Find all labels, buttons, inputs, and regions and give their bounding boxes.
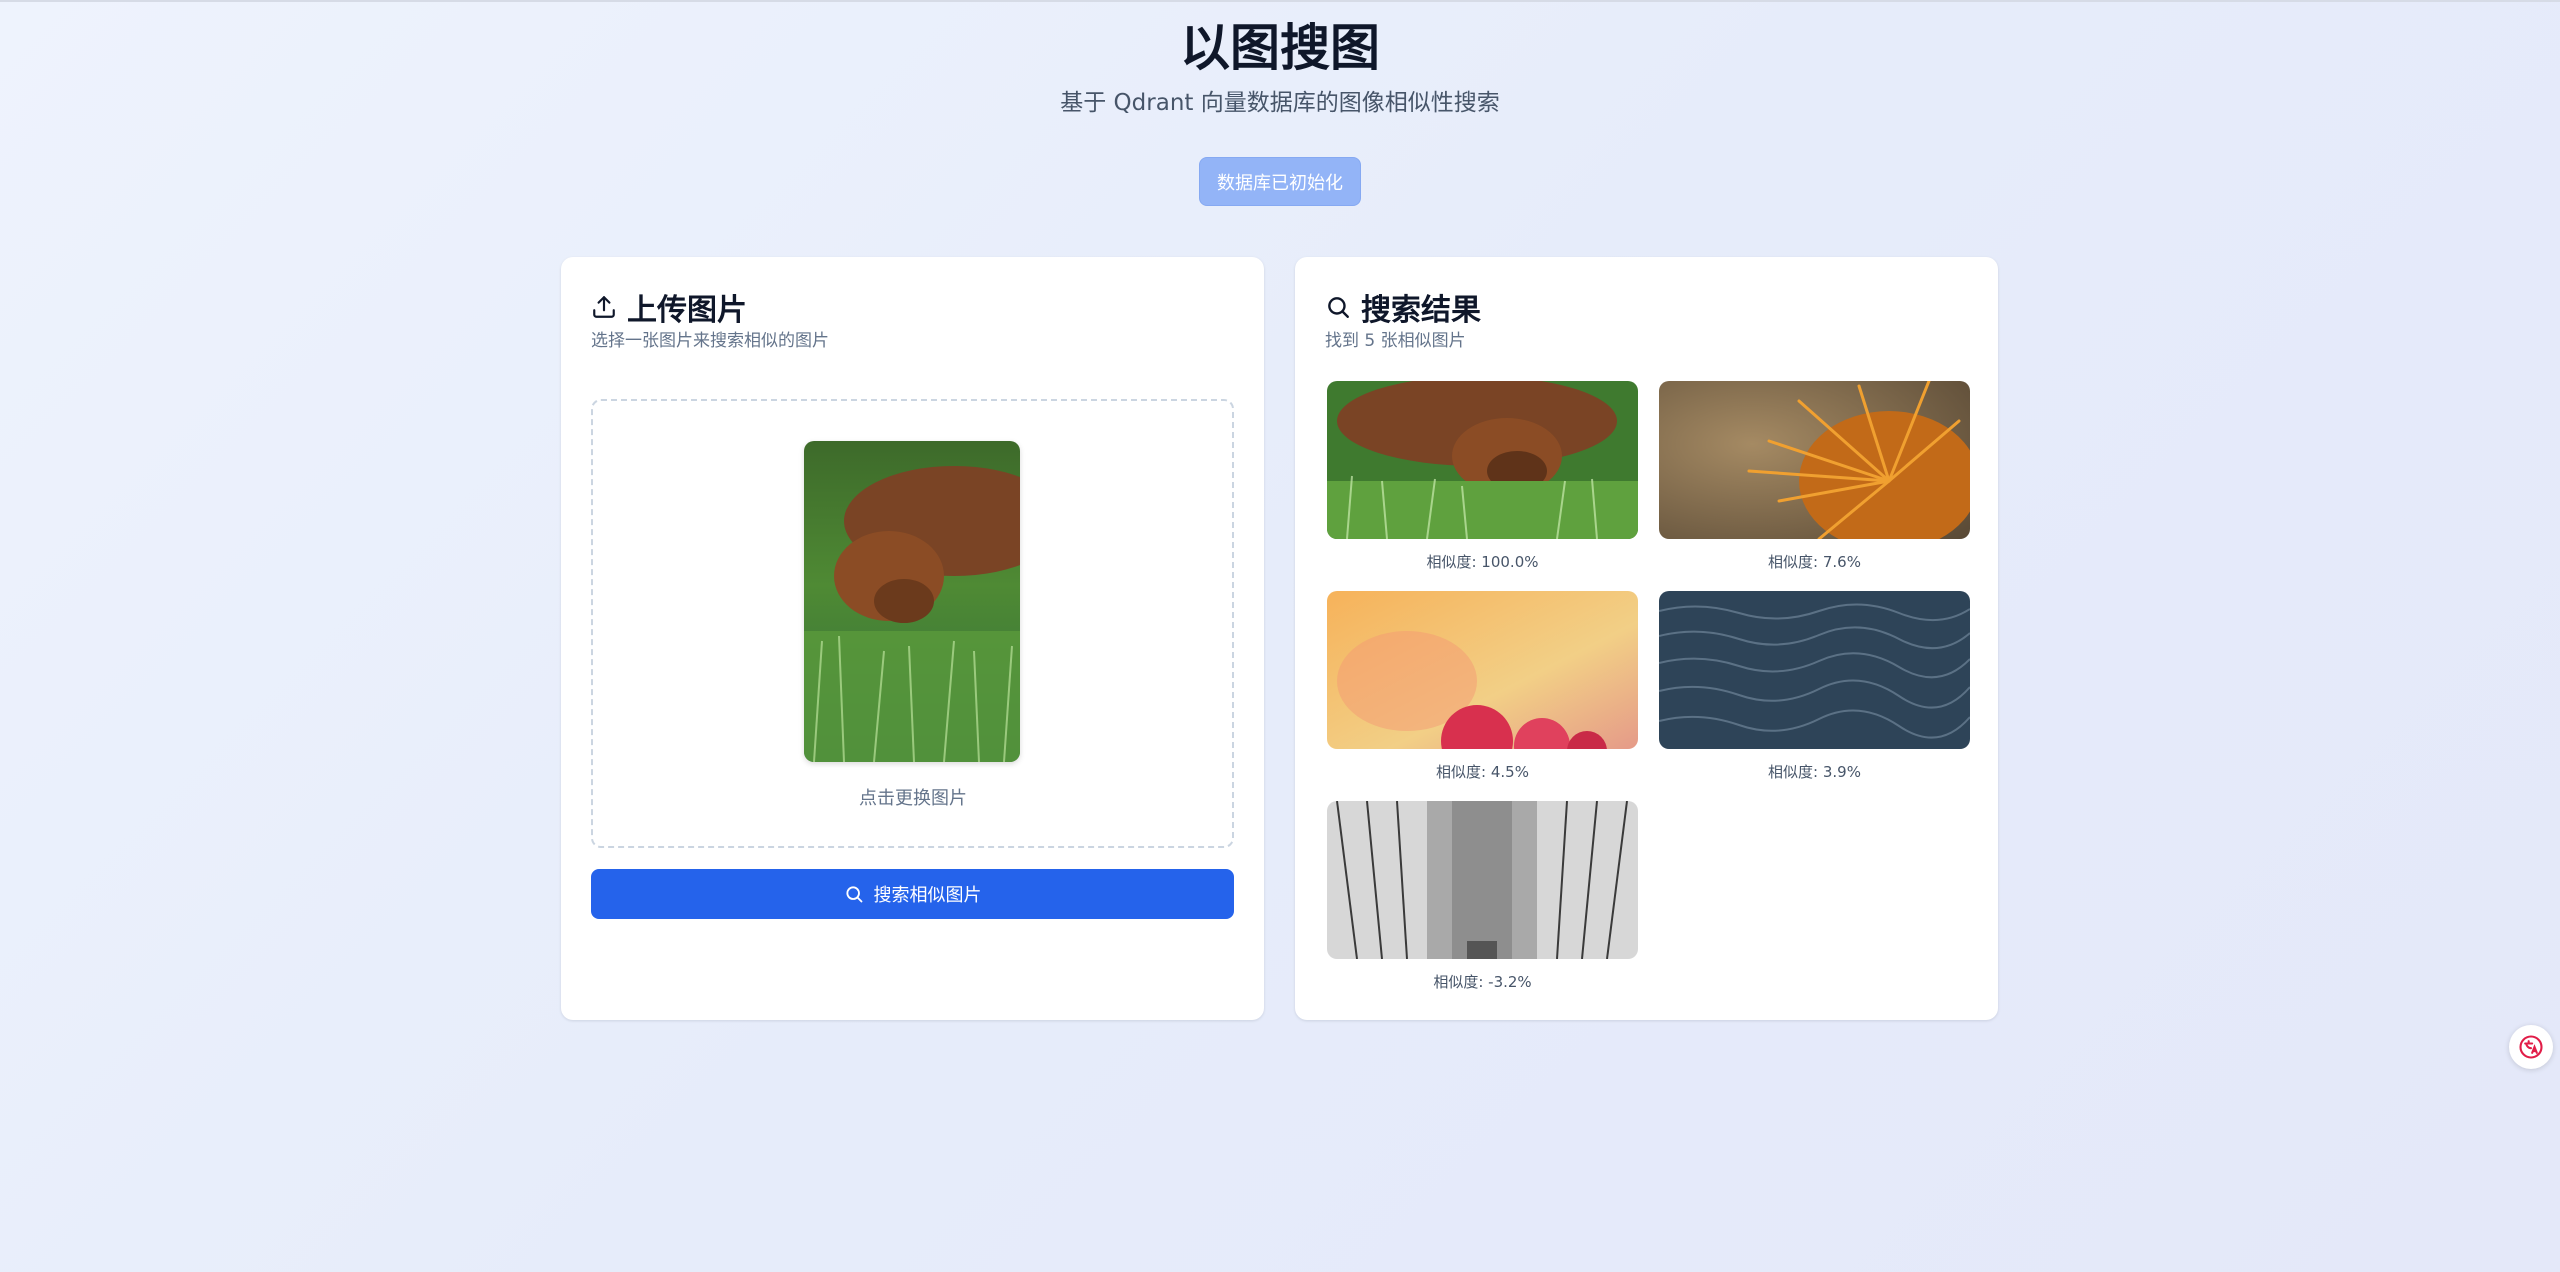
search-icon: [1328, 297, 1349, 318]
uploaded-image-preview[interactable]: [804, 441, 1020, 762]
results-card-title: 搜索结果: [1361, 293, 1481, 328]
result-image[interactable]: [1659, 591, 1970, 749]
upload-card-header: 上传图片: [591, 285, 747, 329]
translate-icon: [2519, 1035, 2543, 1059]
result-item[interactable]: 相似度: 7.6%: [1659, 381, 1970, 572]
page-title: 以图搜图: [1180, 19, 1380, 77]
page-subtitle: 基于 Qdrant 向量数据库的图像相似性搜索: [1060, 90, 1500, 116]
result-item[interactable]: 相似度: 100.0%: [1327, 381, 1638, 572]
similarity-score: 相似度: -3.2%: [1433, 973, 1532, 991]
upload-card-description: 选择一张图片来搜索相似的图片: [591, 331, 829, 351]
upload-icon: [593, 296, 615, 318]
upload-card-title: 上传图片: [627, 293, 747, 328]
similarity-score: 相似度: 3.9%: [1768, 763, 1861, 781]
result-item[interactable]: 相似度: -3.2%: [1327, 801, 1638, 992]
results-card-description: 找到 5 张相似图片: [1325, 331, 1466, 351]
similarity-score: 相似度: 4.5%: [1436, 763, 1529, 781]
similarity-score: 相似度: 100.0%: [1426, 553, 1539, 571]
results-card-header: 搜索结果: [1325, 285, 1481, 329]
similarity-score: 相似度: 7.6%: [1768, 553, 1861, 571]
result-image[interactable]: [1327, 381, 1638, 539]
result-image[interactable]: [1659, 381, 1970, 539]
search-similar-button[interactable]: 搜索相似图片: [591, 869, 1234, 919]
search-button-label: 搜索相似图片: [873, 885, 982, 906]
result-image[interactable]: [1327, 591, 1638, 749]
top-border: [0, 0, 2560, 2]
result-item[interactable]: 相似度: 3.9%: [1659, 591, 1970, 782]
page-header: 以图搜图 基于 Qdrant 向量数据库的图像相似性搜索: [0, 18, 2560, 118]
search-icon: [845, 886, 862, 903]
result-item[interactable]: 相似度: 4.5%: [1327, 591, 1638, 782]
result-image[interactable]: [1327, 801, 1638, 959]
database-status-button[interactable]: 数据库已初始化: [1199, 157, 1361, 206]
translate-widget-button[interactable]: [2509, 1025, 2553, 1069]
